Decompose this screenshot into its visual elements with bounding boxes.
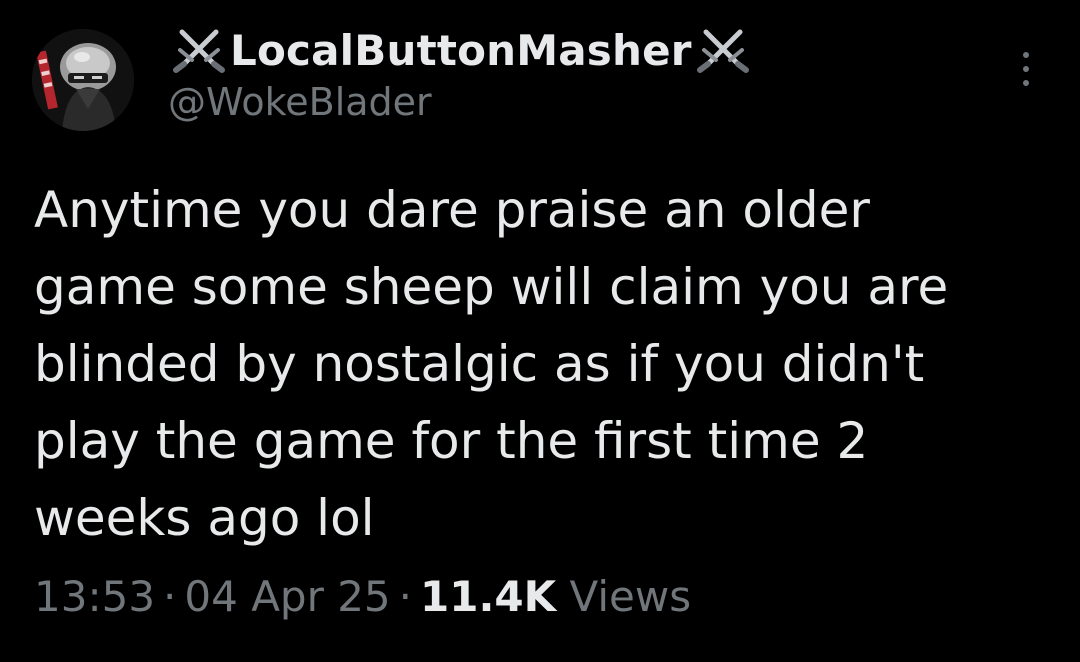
- display-name: LocalButtonMasher: [230, 25, 692, 75]
- crossed-swords-icon: [692, 26, 754, 74]
- crossed-swords-icon: [168, 26, 230, 74]
- more-options-icon[interactable]: [1012, 52, 1040, 86]
- tweet: LocalButtonMasher @WokeBlader Anytime yo…: [0, 0, 1080, 662]
- tweet-text-line: game some sheep will claim you are: [34, 258, 949, 316]
- tweet-text-line: Anytime you dare praise an older: [34, 181, 870, 239]
- more-dot: [1023, 52, 1029, 58]
- tweet-time[interactable]: 13:53: [34, 572, 155, 621]
- separator-dot: ·: [163, 572, 177, 621]
- tweet-header: LocalButtonMasher @WokeBlader: [168, 24, 754, 124]
- views-label: Views: [569, 572, 692, 621]
- tweet-date[interactable]: 04 Apr 25: [184, 572, 390, 621]
- more-dot: [1023, 80, 1029, 86]
- display-name-row[interactable]: LocalButtonMasher: [168, 24, 754, 76]
- tweet-text-line: play the game for the first time 2: [34, 412, 869, 470]
- ninja-avatar-image: [32, 29, 134, 131]
- tweet-text-line: blinded by nostalgic as if you didn't: [34, 335, 925, 393]
- user-handle[interactable]: @WokeBlader: [168, 80, 754, 124]
- views-count[interactable]: 11.4K: [420, 572, 556, 621]
- avatar[interactable]: [32, 29, 134, 131]
- tweet-metadata: 13:53 · 04 Apr 25 · 11.4K Views: [34, 572, 691, 621]
- more-dot: [1023, 66, 1029, 72]
- tweet-text-line: weeks ago lol: [34, 489, 375, 547]
- separator-dot: ·: [398, 572, 413, 621]
- tweet-text: Anytime you dare praise an older game so…: [34, 172, 1054, 557]
